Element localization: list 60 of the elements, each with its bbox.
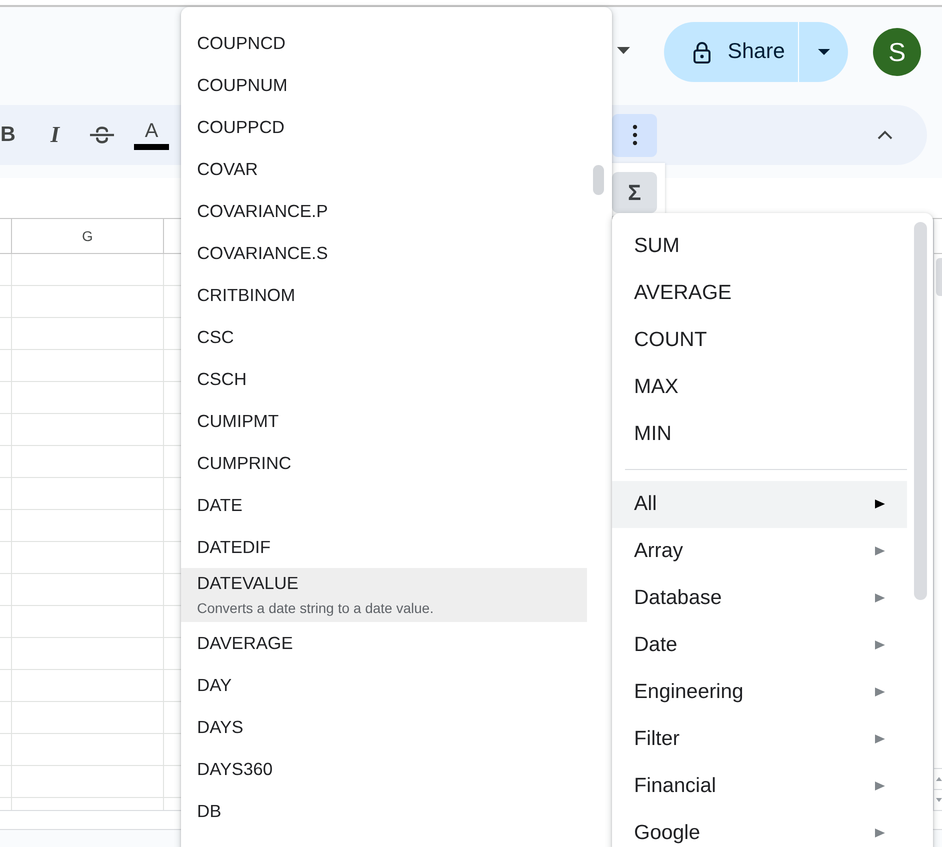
chevron-up-icon[interactable] <box>877 130 893 140</box>
category-item[interactable]: Filter <box>612 716 907 763</box>
function-description: Converts a date string to a date value. <box>197 599 435 617</box>
category-item[interactable]: Date <box>612 622 907 669</box>
submenu-arrow-icon <box>875 546 885 556</box>
submenu-arrow-icon <box>875 687 885 697</box>
scroll-up-icon[interactable] <box>936 777 942 781</box>
function-item[interactable]: COUPNUM <box>181 64 587 106</box>
function-item[interactable]: COVARIANCE.P <box>181 190 587 232</box>
scrollbar-thumb[interactable] <box>914 222 927 600</box>
category-item[interactable]: Financial <box>612 763 907 810</box>
category-item[interactable]: Array <box>612 528 907 575</box>
function-item[interactable]: DAY <box>181 664 587 706</box>
functions-button[interactable]: Σ <box>612 172 657 213</box>
scroll-down-icon[interactable] <box>936 798 942 802</box>
italic-button[interactable]: I <box>39 116 71 154</box>
text-color-button[interactable]: A <box>134 120 169 150</box>
submenu-arrow-icon <box>875 781 885 791</box>
category-item[interactable]: Database <box>612 575 907 622</box>
function-item[interactable]: COVARIANCE.S <box>181 232 587 274</box>
menu-item[interactable]: AVERAGE <box>612 270 907 317</box>
share-button[interactable]: Share <box>664 22 798 82</box>
submenu-arrow-icon <box>875 828 885 838</box>
function-item[interactable]: COUPPCD <box>181 106 587 148</box>
bold-button[interactable]: B <box>0 116 16 154</box>
more-button[interactable] <box>612 114 657 156</box>
function-item[interactable]: DATEVALUE Converts a date string to a date value. <box>181 568 587 622</box>
function-item[interactable]: CRITBINOM <box>181 274 587 316</box>
account-avatar[interactable]: S <box>873 28 921 76</box>
function-item[interactable]: CSC <box>181 316 587 358</box>
menu-item[interactable]: COUNT <box>612 317 907 364</box>
lock-icon <box>692 40 711 64</box>
more-icon <box>632 124 638 146</box>
swatch-icon <box>134 144 169 150</box>
function-item[interactable]: DB <box>181 790 587 832</box>
category-item[interactable]: Engineering <box>612 669 907 716</box>
caret-icon <box>818 49 830 55</box>
category-item[interactable]: Google <box>612 810 907 847</box>
menu-item[interactable]: MIN <box>612 411 907 458</box>
submenu-arrow-icon <box>875 734 885 744</box>
submenu-arrow-icon <box>875 640 885 650</box>
function-item[interactable]: DAYS360 <box>181 748 587 790</box>
function-item[interactable]: COVAR <box>181 148 587 190</box>
scrollbar-thumb[interactable] <box>936 258 942 296</box>
function-item[interactable]: DATE <box>181 484 587 526</box>
function-item[interactable]: CUMIPMT <box>181 400 587 442</box>
function-item[interactable]: DATEDIF <box>181 526 587 568</box>
menu-item[interactable]: SUM <box>612 223 907 270</box>
caret-icon[interactable] <box>616 47 630 54</box>
scrollbar-thumb[interactable] <box>593 165 604 195</box>
submenu-arrow-icon <box>875 593 885 603</box>
function-item[interactable]: COUPNCD <box>181 22 587 64</box>
category-item[interactable]: All <box>612 481 907 528</box>
menu-item[interactable]: MAX <box>612 364 907 411</box>
submenu-arrow-icon <box>875 499 885 509</box>
column-header[interactable]: G <box>12 219 164 253</box>
function-item[interactable]: DAYS <box>181 706 587 748</box>
function-item[interactable]: CUMPRINC <box>181 442 587 484</box>
function-item[interactable]: CSCH <box>181 358 587 400</box>
function-item[interactable]: DAVERAGE <box>181 622 587 664</box>
